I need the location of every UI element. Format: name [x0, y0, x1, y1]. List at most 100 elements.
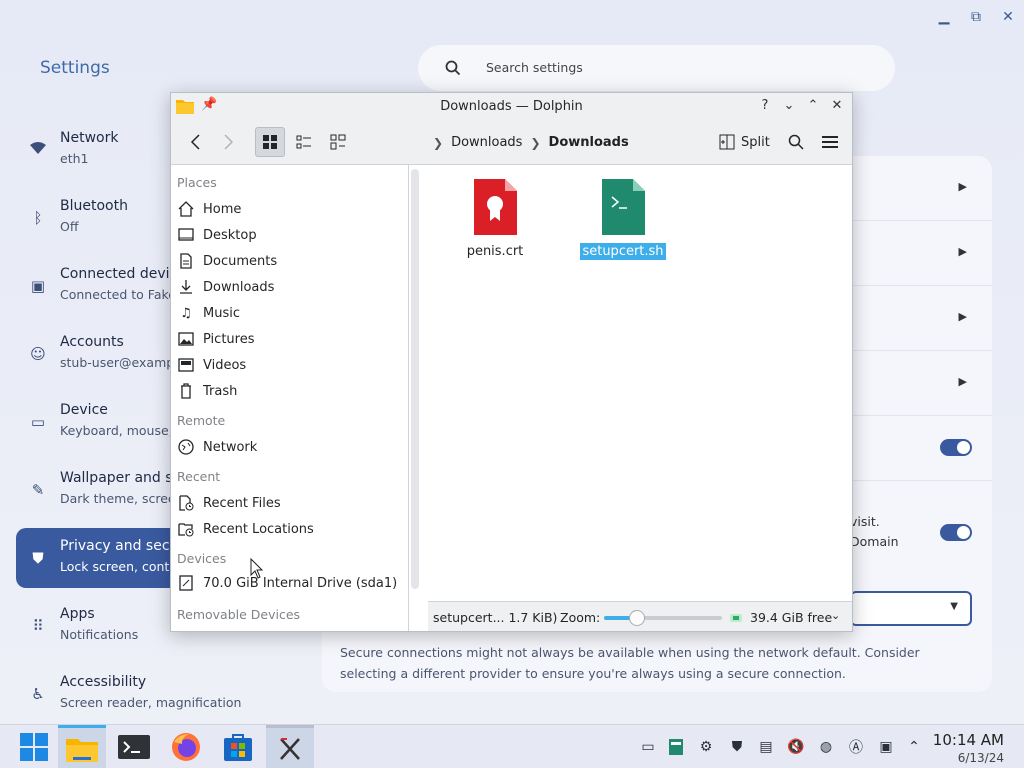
- start-button[interactable]: [10, 725, 58, 768]
- hamburger-menu-icon: [822, 136, 838, 148]
- minimize-icon[interactable]: ▁: [934, 8, 954, 26]
- disk-space-icon: [730, 614, 742, 622]
- certificate-file-icon: [450, 177, 540, 237]
- start-windows-icon: [20, 733, 48, 761]
- chevron-down-icon[interactable]: ⌄: [831, 609, 840, 622]
- taskbar-file-manager[interactable]: [58, 725, 106, 768]
- places-item-downloads[interactable]: Downloads: [175, 275, 403, 299]
- section-header-remote: Remote: [177, 413, 226, 428]
- compact-view-button[interactable]: [289, 127, 319, 157]
- taskbar-firefox[interactable]: [162, 725, 210, 768]
- nav-item-subtitle: Dark theme, screen: [60, 491, 184, 506]
- back-button[interactable]: [183, 127, 209, 157]
- dns-provider-select[interactable]: ▼: [850, 591, 972, 626]
- places-item-videos[interactable]: Videos: [175, 353, 403, 377]
- places-item-desktop[interactable]: Desktop: [175, 223, 403, 247]
- dropdown-arrow-icon: ▼: [950, 601, 958, 612]
- breadcrumb-item[interactable]: Downloads: [451, 135, 522, 150]
- grid-view-icon: [263, 135, 277, 149]
- volume-muted-icon[interactable]: 🔇: [786, 737, 806, 757]
- bluetooth-tray-icon[interactable]: ⚙: [696, 737, 716, 757]
- forward-arrow-icon: [224, 134, 234, 150]
- close-icon[interactable]: ✕: [828, 97, 846, 115]
- places-item-label: Trash: [203, 383, 238, 399]
- breadcrumb-current[interactable]: Downloads: [549, 135, 629, 150]
- minimize-icon[interactable]: ⌄: [780, 97, 798, 115]
- close-icon[interactable]: ✕: [998, 8, 1018, 26]
- apps-grid-icon: ⠿: [32, 617, 44, 635]
- nav-item-title: Apps: [60, 606, 95, 622]
- mouse-cursor-icon: [250, 558, 264, 579]
- notes-tray-icon[interactable]: ▤: [756, 737, 776, 757]
- input-method-icon[interactable]: Ⓐ: [846, 737, 866, 757]
- places-item-trash[interactable]: Trash: [175, 379, 403, 403]
- details-view-button[interactable]: [323, 127, 353, 157]
- taskbar-terminal[interactable]: [110, 725, 158, 768]
- file-item[interactable]: penis.crt: [450, 177, 540, 260]
- places-item-label: Music: [203, 305, 240, 321]
- icons-view-button[interactable]: [255, 127, 285, 157]
- taskbar: ▭ ⚙ ⛊ ▤ 🔇 ◍ Ⓐ ▣ ⌃ 10:14 AM 6/13/24: [0, 724, 1024, 768]
- places-item-internal-drive[interactable]: 70.0 GiB Internal Drive (sda1): [175, 571, 403, 595]
- shield-tray-icon[interactable]: ⛊: [727, 737, 747, 757]
- chevron-right-icon: ▶: [958, 375, 967, 388]
- places-item-label: Documents: [203, 253, 278, 269]
- forward-button[interactable]: [215, 127, 241, 157]
- setting-toggle[interactable]: [940, 439, 972, 456]
- places-item-label: Recent Locations: [203, 521, 314, 537]
- places-item-pictures[interactable]: Pictures: [175, 327, 403, 351]
- nav-item-subtitle: Lock screen, control: [60, 559, 186, 574]
- hard-drive-icon: [177, 574, 195, 592]
- desktop-icon[interactable]: ▭: [638, 737, 658, 757]
- nav-item-title: Device: [60, 402, 108, 418]
- split-button[interactable]: Split: [719, 127, 770, 157]
- places-item-music[interactable]: ♫ Music: [175, 301, 403, 325]
- secure-dns-toggle[interactable]: [940, 524, 972, 541]
- bluetooth-icon: ᛒ: [33, 209, 43, 227]
- menu-button[interactable]: [817, 127, 843, 157]
- maximize-icon[interactable]: ⧉: [966, 8, 986, 26]
- dolphin-titlebar[interactable]: 📌 Downloads — Dolphin ? ⌄ ⌃ ✕: [171, 93, 852, 120]
- zoom-slider-handle[interactable]: [629, 610, 646, 626]
- clock-date[interactable]: 6/13/24: [958, 751, 1004, 765]
- nav-item-subtitle: eth1: [60, 151, 89, 166]
- chevron-up-icon[interactable]: ⌃: [904, 737, 924, 757]
- chevron-right-icon: ▶: [958, 245, 967, 258]
- clock-time[interactable]: 10:14 AM: [933, 731, 1004, 749]
- recent-locations-icon: [177, 520, 195, 538]
- window-title: Downloads — Dolphin: [440, 99, 583, 114]
- taskbar-store[interactable]: [214, 725, 262, 768]
- places-item-recent-files[interactable]: Recent Files: [175, 491, 403, 515]
- store-icon: [224, 734, 252, 761]
- back-arrow-icon: [190, 134, 200, 150]
- taskbar-settings-app[interactable]: [266, 725, 314, 768]
- places-scrollbar[interactable]: [411, 169, 419, 589]
- nav-item-title: Network: [60, 130, 119, 146]
- search-settings-input[interactable]: Search settings: [418, 45, 895, 91]
- nav-item-subtitle: Connected to Fake: [60, 287, 176, 302]
- shell-script-file-icon: [578, 177, 668, 237]
- places-item-label: Videos: [203, 357, 247, 373]
- file-name: penis.crt: [466, 244, 524, 259]
- places-item-home[interactable]: Home: [175, 197, 403, 221]
- split-view-icon: [719, 134, 735, 150]
- nav-item-subtitle: Keyboard, mouse,: [60, 423, 173, 438]
- places-item-label: 70.0 GiB Internal Drive (sda1): [203, 575, 398, 591]
- file-item-selected[interactable]: setupcert.sh: [578, 177, 668, 260]
- x-app-icon: [280, 737, 300, 760]
- places-item-network[interactable]: Network: [175, 435, 403, 459]
- free-space-label[interactable]: 39.4 GiB free: [750, 610, 832, 625]
- display-tray-icon[interactable]: ▣: [876, 737, 896, 757]
- maximize-icon[interactable]: ⌃: [804, 97, 822, 115]
- nav-item-subtitle: stub-user@example: [60, 355, 186, 370]
- firefox-icon: [172, 733, 200, 761]
- places-item-documents[interactable]: Documents: [175, 249, 403, 273]
- zoom-slider[interactable]: [604, 610, 722, 626]
- clipboard-tray-icon[interactable]: [666, 737, 686, 757]
- search-button[interactable]: [783, 127, 809, 157]
- nav-item-accessibility[interactable]: ♿ Accessibility Screen reader, magnifica…: [16, 664, 316, 724]
- help-icon[interactable]: ?: [756, 97, 774, 115]
- places-item-recent-locations[interactable]: Recent Locations: [175, 517, 403, 541]
- places-panel: Places Home Desktop Documents Downloads …: [171, 165, 409, 631]
- network-globe-icon[interactable]: ◍: [816, 737, 836, 757]
